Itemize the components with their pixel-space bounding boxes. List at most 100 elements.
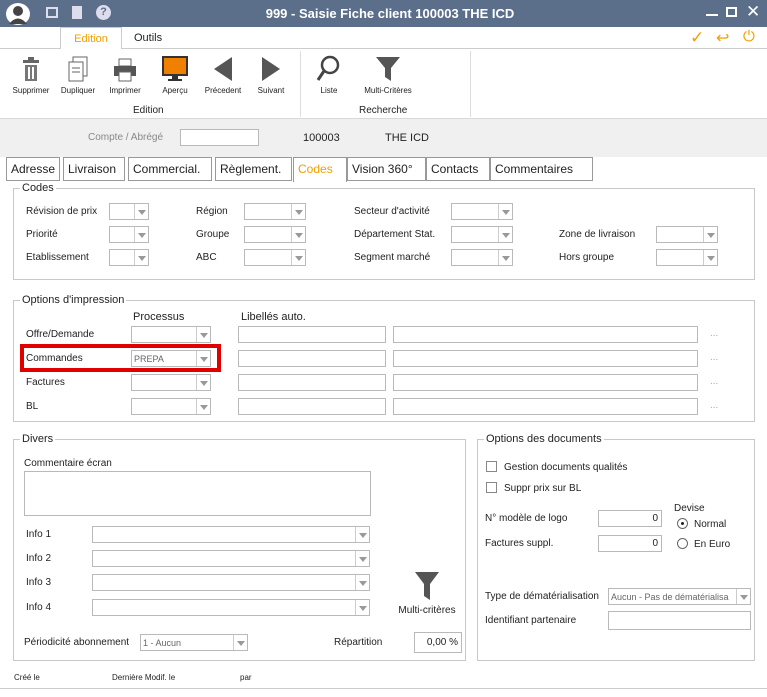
bl-more-button[interactable]: ... (710, 400, 718, 411)
periodicite-label: Périodicité abonnement (24, 637, 130, 648)
offre-processus-select[interactable] (131, 326, 211, 343)
type-select[interactable]: Aucun - Pas de dématérialisa (608, 588, 751, 605)
repartition-input[interactable]: 0,00 % (414, 632, 462, 653)
chevron-down-icon (355, 527, 369, 542)
tab-vision-360[interactable]: Vision 360° (347, 157, 426, 181)
minimize-icon[interactable] (706, 14, 718, 16)
liste-label: Liste (320, 86, 338, 95)
modele-input[interactable]: 0 (598, 510, 662, 527)
monitor-icon[interactable] (46, 7, 58, 18)
factures-libelle-input[interactable] (238, 374, 386, 391)
info4-select[interactable] (92, 599, 370, 616)
bl-processus-select[interactable] (131, 398, 211, 415)
abc-select[interactable] (244, 249, 306, 266)
chevron-down-icon (291, 250, 305, 265)
hors-groupe-label: Hors groupe (559, 252, 615, 263)
chevron-down-icon (736, 589, 750, 604)
impression-title: Options d'impression (20, 294, 127, 306)
liste-button[interactable]: Liste (304, 55, 354, 95)
document-icon[interactable] (72, 6, 82, 19)
commentaire-textarea[interactable] (24, 471, 371, 516)
gestion-checkbox[interactable] (486, 461, 497, 472)
offre-libelle2-input[interactable] (393, 326, 698, 343)
chevron-down-icon (196, 375, 210, 390)
etablissement-select[interactable] (109, 249, 149, 266)
zone-select[interactable] (656, 226, 718, 243)
abc-label: ABC (196, 252, 217, 263)
menu-tab-edition[interactable]: Edition (60, 27, 122, 49)
revision-label: Révision de prix (26, 206, 98, 217)
user-avatar-icon[interactable] (6, 3, 30, 25)
hors-groupe-select[interactable] (656, 249, 718, 266)
close-icon[interactable]: ✕ (746, 2, 760, 22)
precedent-button[interactable]: Précedent (198, 55, 248, 95)
factures-processus-select[interactable] (131, 374, 211, 391)
commandes-libelle2-input[interactable] (393, 350, 698, 367)
region-select[interactable] (244, 203, 306, 220)
offre-more-button[interactable]: ... (710, 328, 718, 339)
info3-select[interactable] (92, 574, 370, 591)
apercu-button[interactable]: Aperçu (150, 55, 200, 95)
help-icon[interactable]: ? (96, 5, 111, 20)
modele-value: 0 (652, 513, 658, 524)
suppr-checkbox[interactable] (486, 482, 497, 493)
devise-label: Devise (674, 503, 705, 514)
offre-libelle-input[interactable] (238, 326, 386, 343)
revision-select[interactable] (109, 203, 149, 220)
identifiant-input[interactable] (608, 611, 751, 630)
groupe-label: Groupe (196, 229, 230, 240)
duplicate-icon (68, 56, 88, 82)
footer-divider (0, 688, 767, 689)
supprimer-button[interactable]: Supprimer (6, 55, 56, 95)
multi-criteres-divers-button[interactable]: Multi-critères (394, 570, 460, 616)
factures-libelle2-input[interactable] (393, 374, 698, 391)
devise-euro-radio[interactable] (677, 538, 688, 549)
tab-commentaires[interactable]: Commentaires (490, 157, 593, 181)
account-code: 100003 (303, 132, 340, 144)
tab-livraison[interactable]: Livraison (63, 157, 125, 181)
divers-title: Divers (20, 433, 56, 445)
bl-label: BL (26, 401, 39, 412)
etablissement-label: Etablissement (26, 252, 89, 263)
devise-normal-radio[interactable] (677, 518, 688, 529)
tab-codes[interactable]: Codes (293, 157, 347, 182)
commandes-more-button[interactable]: ... (710, 352, 718, 363)
dupliquer-button[interactable]: Dupliquer (53, 55, 103, 95)
tab-reglement[interactable]: Règlement. (215, 157, 292, 181)
maximize-icon[interactable] (726, 7, 737, 17)
info2-select[interactable] (92, 550, 370, 567)
filter-icon (376, 57, 400, 81)
factures-suppl-input[interactable]: 0 (598, 535, 662, 552)
tab-contacts[interactable]: Contacts (426, 157, 490, 181)
type-label: Type de dématérialisation (485, 591, 599, 602)
departement-select[interactable] (451, 226, 513, 243)
precedent-label: Précedent (204, 86, 242, 95)
commandes-processus-select[interactable]: PREPA (131, 350, 211, 367)
bl-libelle-input[interactable] (238, 398, 386, 415)
multi-criteres-button[interactable]: Multi-Critères (362, 55, 414, 95)
departement-label: Département Stat. (354, 229, 436, 240)
priorite-select[interactable] (109, 226, 149, 243)
menu-tab-outils[interactable]: Outils (126, 27, 170, 49)
periodicite-select[interactable]: 1 - Aucun (140, 634, 248, 651)
modele-label: N° modèle de logo (485, 513, 568, 524)
validate-icon[interactable]: ✓ (690, 28, 704, 48)
segment-select[interactable] (451, 249, 513, 266)
arrow-right-icon (262, 57, 280, 81)
tab-commercial[interactable]: Commercial. (128, 157, 212, 181)
title-bar: ? 999 - Saisie Fiche client 100003 THE I… (0, 0, 767, 27)
secteur-select[interactable] (451, 203, 513, 220)
suivant-button[interactable]: Suivant (246, 55, 296, 95)
bl-libelle2-input[interactable] (393, 398, 698, 415)
imprimer-button[interactable]: Imprimer (100, 55, 150, 95)
groupe-select[interactable] (244, 226, 306, 243)
compte-input[interactable] (180, 129, 259, 146)
power-icon[interactable]: ⏻ (743, 28, 755, 45)
info1-select[interactable] (92, 526, 370, 543)
undo-icon[interactable]: ↩ (716, 28, 729, 48)
commandes-libelle-input[interactable] (238, 350, 386, 367)
account-name: THE ICD (385, 132, 429, 144)
chevron-down-icon (355, 575, 369, 590)
factures-more-button[interactable]: ... (710, 376, 718, 387)
tab-adresse[interactable]: Adresse (6, 157, 60, 181)
